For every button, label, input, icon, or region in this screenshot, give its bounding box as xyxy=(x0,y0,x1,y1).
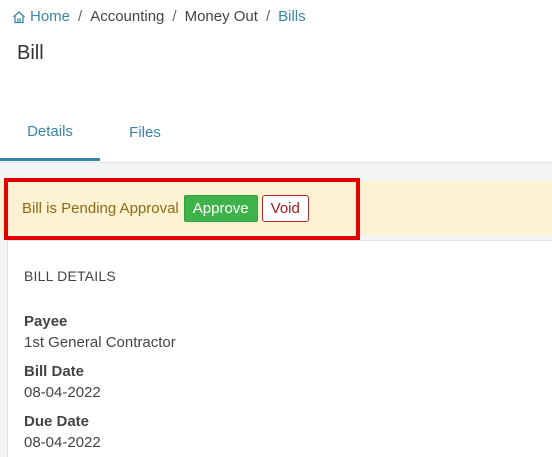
home-icon[interactable] xyxy=(12,10,26,24)
payee-value: 1st General Contractor xyxy=(24,334,176,351)
breadcrumb-separator: / xyxy=(172,8,177,25)
tab-files[interactable]: Files xyxy=(110,104,180,160)
void-button[interactable]: Void xyxy=(261,194,309,222)
alert-message: Bill is Pending Approval xyxy=(22,199,179,217)
bill-details-card: BILL DETAILS Payee 1st General Contracto… xyxy=(7,240,552,457)
breadcrumb-home[interactable]: Home xyxy=(30,7,70,27)
breadcrumb-separator: / xyxy=(265,8,271,25)
due-date-label: Due Date xyxy=(24,413,90,430)
alert-content: Bill is Pending Approval Approve Void xyxy=(22,194,309,222)
due-date-value: 08-04-2022 xyxy=(24,434,101,451)
breadcrumb-accounting[interactable]: Accounting xyxy=(90,7,164,27)
approve-button[interactable]: Approve xyxy=(183,194,258,222)
breadcrumb-bills[interactable]: Bills xyxy=(278,7,306,27)
breadcrumb-separator: / xyxy=(78,8,83,25)
bill-page: Home / Accounting / Money Out / Bills Bi… xyxy=(0,0,552,457)
tab-bar: Details Files xyxy=(0,104,552,163)
bill-date-label: Bill Date xyxy=(24,363,85,380)
bill-date-value: 08-04-2022 xyxy=(24,384,101,401)
tab-details[interactable]: Details xyxy=(0,104,100,161)
payee-label: Payee xyxy=(24,313,68,330)
bill-details-header: BILL DETAILS xyxy=(24,268,116,284)
page-title: Bill xyxy=(17,42,44,64)
breadcrumb: Home / Accounting / Money Out / Bills xyxy=(12,7,306,27)
breadcrumb-money-out[interactable]: Money Out xyxy=(185,7,258,27)
